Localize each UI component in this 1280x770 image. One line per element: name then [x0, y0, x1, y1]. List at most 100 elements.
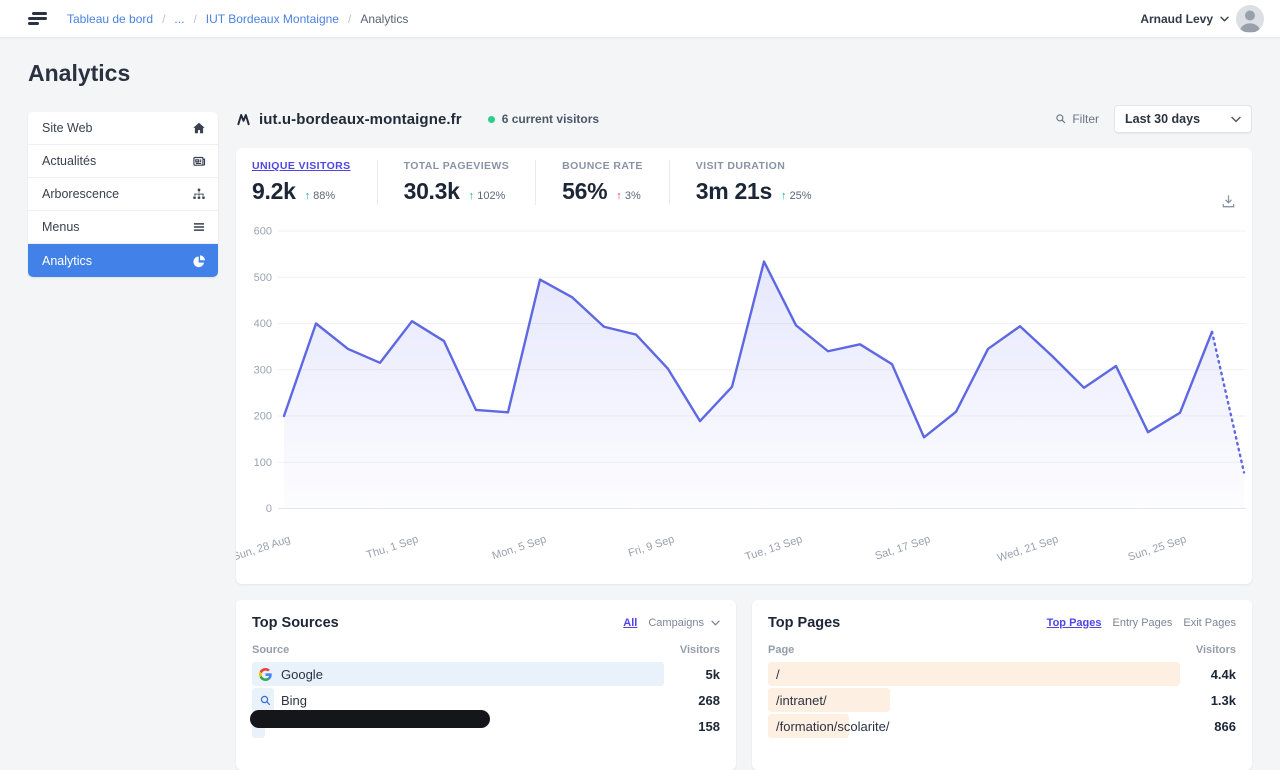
breadcrumb-ellipsis[interactable]: ... — [174, 12, 184, 26]
row-visitors-value: 5k — [706, 667, 720, 682]
top-sources-panel: Top Sources All Campaigns Source Visitor… — [236, 600, 736, 770]
site-favicon-icon — [236, 112, 251, 127]
tab-campaigns[interactable]: Campaigns — [648, 617, 704, 629]
stat-bounce-rate[interactable]: BOUNCE RATE 56% ↑ 3% — [535, 160, 669, 205]
breadcrumb-site[interactable]: IUT Bordeaux Montaigne — [206, 12, 339, 26]
pages-column-headers: Page Visitors — [768, 644, 1236, 656]
page-title: Analytics — [28, 60, 130, 87]
filter-button[interactable]: Filter — [1055, 112, 1099, 126]
row-label: Bing — [281, 693, 307, 708]
row-label: / — [776, 667, 780, 682]
x-axis-tick: Sun, 25 Sep — [1127, 533, 1188, 563]
tab-entry-pages[interactable]: Entry Pages — [1112, 617, 1172, 629]
visitors-chart[interactable]: 0100200300400500600Sun, 28 AugThu, 1 Sep… — [236, 148, 1252, 584]
stat-label: BOUNCE RATE — [562, 160, 643, 172]
sidebar-item-actualites[interactable]: Actualités — [28, 145, 218, 178]
tab-top-pages[interactable]: Top Pages — [1047, 617, 1102, 629]
tab-all-sources[interactable]: All — [623, 617, 637, 629]
sidebar-item-label: Arborescence — [42, 187, 192, 201]
chevron-down-icon — [1231, 116, 1241, 123]
download-icon[interactable] — [1221, 194, 1236, 209]
google-icon — [259, 668, 272, 681]
stat-delta: ↑ 102% — [469, 190, 506, 202]
x-axis-tick: Tue, 13 Sep — [744, 533, 804, 563]
breadcrumb: Tableau de bord / ... / IUT Bordeaux Mon… — [67, 12, 408, 26]
date-range-select[interactable]: Last 30 days — [1114, 105, 1252, 133]
sources-column-headers: Source Visitors — [252, 644, 720, 656]
row-visitors-value: 158 — [698, 719, 720, 734]
chart-area — [284, 262, 1244, 509]
sidebar-item-analytics[interactable]: Analytics — [28, 244, 218, 277]
sidebar-item-label: Site Web — [42, 121, 192, 135]
stat-label: UNIQUE VISITORS — [252, 160, 351, 172]
row-label: Google — [281, 667, 323, 682]
stat-label: TOTAL PAGEVIEWS — [404, 160, 510, 172]
stats-row: UNIQUE VISITORS 9.2k ↑ 88% TOTAL PAGEVIE… — [252, 160, 838, 205]
y-axis-tick: 200 — [254, 411, 272, 423]
tab-exit-pages[interactable]: Exit Pages — [1183, 617, 1236, 629]
stat-total-pageviews[interactable]: TOTAL PAGEVIEWS 30.3k ↑ 102% — [377, 160, 536, 205]
row-visitors-value: 4.4k — [1211, 667, 1236, 682]
user-menu[interactable]: Arnaud Levy — [1140, 5, 1264, 33]
stat-delta: ↑ 3% — [616, 190, 640, 202]
arrow-up-icon: ↑ — [305, 190, 311, 202]
row-label: /intranet/ — [776, 693, 827, 708]
current-visitors-label: 6 current visitors — [502, 112, 599, 126]
stat-value: 3m 21s — [696, 178, 772, 205]
filter-label: Filter — [1072, 112, 1099, 126]
site-header: iut.u-bordeaux-montaigne.fr 6 current vi… — [236, 104, 1252, 134]
menu-toggle-icon[interactable] — [28, 12, 47, 25]
page-row[interactable]: / 4.4k — [768, 662, 1236, 686]
sitemap-icon — [192, 187, 206, 201]
y-axis-tick: 400 — [254, 318, 272, 330]
notification-toast — [250, 710, 490, 728]
avatar[interactable] — [1236, 5, 1264, 33]
user-name: Arnaud Levy — [1140, 12, 1213, 26]
y-axis-tick: 100 — [254, 457, 272, 469]
breadcrumb-separator: / — [162, 12, 165, 26]
column-page: Page — [768, 644, 794, 656]
stat-delta: ↑ 25% — [781, 190, 812, 202]
bing-icon — [259, 694, 272, 707]
row-bar — [768, 662, 1180, 686]
sidebar-item-label: Actualités — [42, 154, 192, 168]
analytics-chart-card: UNIQUE VISITORS 9.2k ↑ 88% TOTAL PAGEVIE… — [236, 148, 1252, 584]
source-row[interactable]: Bing268 — [252, 688, 720, 712]
breadcrumb-dashboard[interactable]: Tableau de bord — [67, 12, 153, 26]
y-axis-tick: 500 — [254, 272, 272, 284]
site-domain: iut.u-bordeaux-montaigne.fr — [259, 111, 462, 128]
x-axis-tick: Wed, 21 Sep — [996, 533, 1060, 564]
sidebar-item-site-web[interactable]: Site Web — [28, 112, 218, 145]
sidebar: Site Web Actualités Arborescence Menus A… — [28, 112, 218, 277]
stat-unique-visitors[interactable]: UNIQUE VISITORS 9.2k ↑ 88% — [252, 160, 377, 205]
current-visitors[interactable]: 6 current visitors — [488, 112, 599, 126]
top-bar: Tableau de bord / ... / IUT Bordeaux Mon… — [0, 0, 1280, 37]
top-sources-title: Top Sources — [252, 615, 339, 631]
search-icon — [1055, 113, 1067, 125]
stat-value: 30.3k — [404, 178, 460, 205]
x-axis-tick: Sun, 28 Aug — [236, 533, 292, 563]
page-row[interactable]: /intranet/1.3k — [768, 688, 1236, 712]
sidebar-item-menus[interactable]: Menus — [28, 211, 218, 244]
sidebar-item-label: Menus — [42, 220, 192, 234]
page-row[interactable]: /formation/scolarite/866 — [768, 714, 1236, 738]
stat-visit-duration[interactable]: VISIT DURATION 3m 21s ↑ 25% — [669, 160, 838, 205]
source-row[interactable]: Google 5k — [252, 662, 720, 686]
x-axis-tick: Thu, 1 Sep — [365, 533, 420, 561]
y-axis-tick: 600 — [254, 226, 272, 238]
pie-chart-icon — [192, 254, 206, 268]
sidebar-item-arborescence[interactable]: Arborescence — [28, 178, 218, 211]
top-pages-panel: Top Pages Top Pages Entry Pages Exit Pag… — [752, 600, 1252, 770]
chevron-down-icon — [1220, 16, 1229, 22]
column-visitors: Visitors — [680, 644, 720, 656]
newspaper-icon — [192, 154, 206, 168]
column-source: Source — [252, 644, 289, 656]
arrow-up-icon: ↑ — [781, 190, 787, 202]
row-label: /formation/scolarite/ — [776, 719, 889, 734]
stat-value: 56% — [562, 178, 607, 205]
menu-lines-icon — [192, 220, 206, 234]
y-axis-tick: 0 — [266, 503, 272, 515]
breadcrumb-separator: / — [348, 12, 351, 26]
breadcrumb-current: Analytics — [360, 12, 408, 26]
chevron-down-icon[interactable] — [711, 620, 720, 626]
